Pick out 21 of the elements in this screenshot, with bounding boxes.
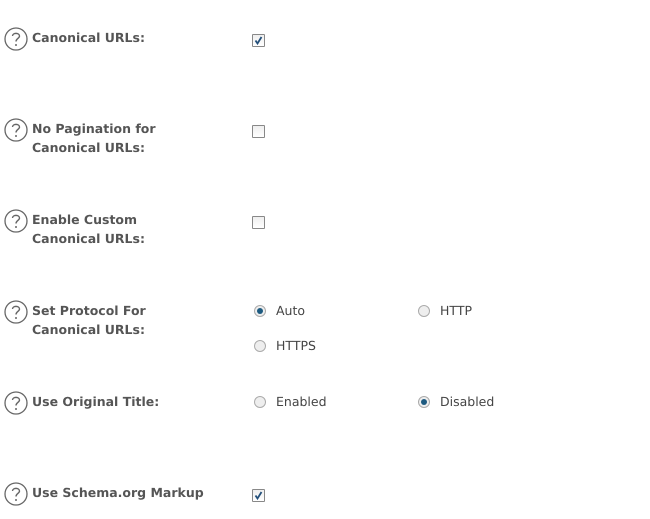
help-icon[interactable]	[4, 27, 28, 51]
setting-label: Use Schema.org Markup	[31, 484, 205, 502]
setting-label: Set Protocol For Canonical URLs:	[31, 302, 147, 339]
help-icon[interactable]	[4, 300, 28, 324]
radio-option[interactable]: HTTPS	[254, 336, 316, 355]
radio-option[interactable]: Auto	[254, 301, 306, 320]
help-icon[interactable]	[4, 209, 28, 233]
checkbox[interactable]	[252, 489, 265, 502]
radio-option[interactable]: Disabled	[418, 392, 494, 411]
setting-label: No Pagination for Canonical URLs:	[31, 120, 157, 157]
setting-label: Use Original Title:	[31, 393, 160, 411]
help-icon[interactable]	[4, 482, 28, 506]
help-icon[interactable]	[4, 118, 28, 142]
checkbox[interactable]	[252, 125, 265, 138]
setting-label: Enable Custom Canonical URLs:	[31, 211, 146, 248]
checkbox[interactable]	[252, 216, 265, 229]
radio-option[interactable]: Enabled	[254, 392, 327, 411]
setting-label: Canonical URLs:	[31, 29, 146, 47]
radio-option[interactable]: HTTP	[418, 301, 472, 320]
help-icon[interactable]	[4, 391, 28, 415]
checkbox[interactable]	[252, 34, 265, 47]
